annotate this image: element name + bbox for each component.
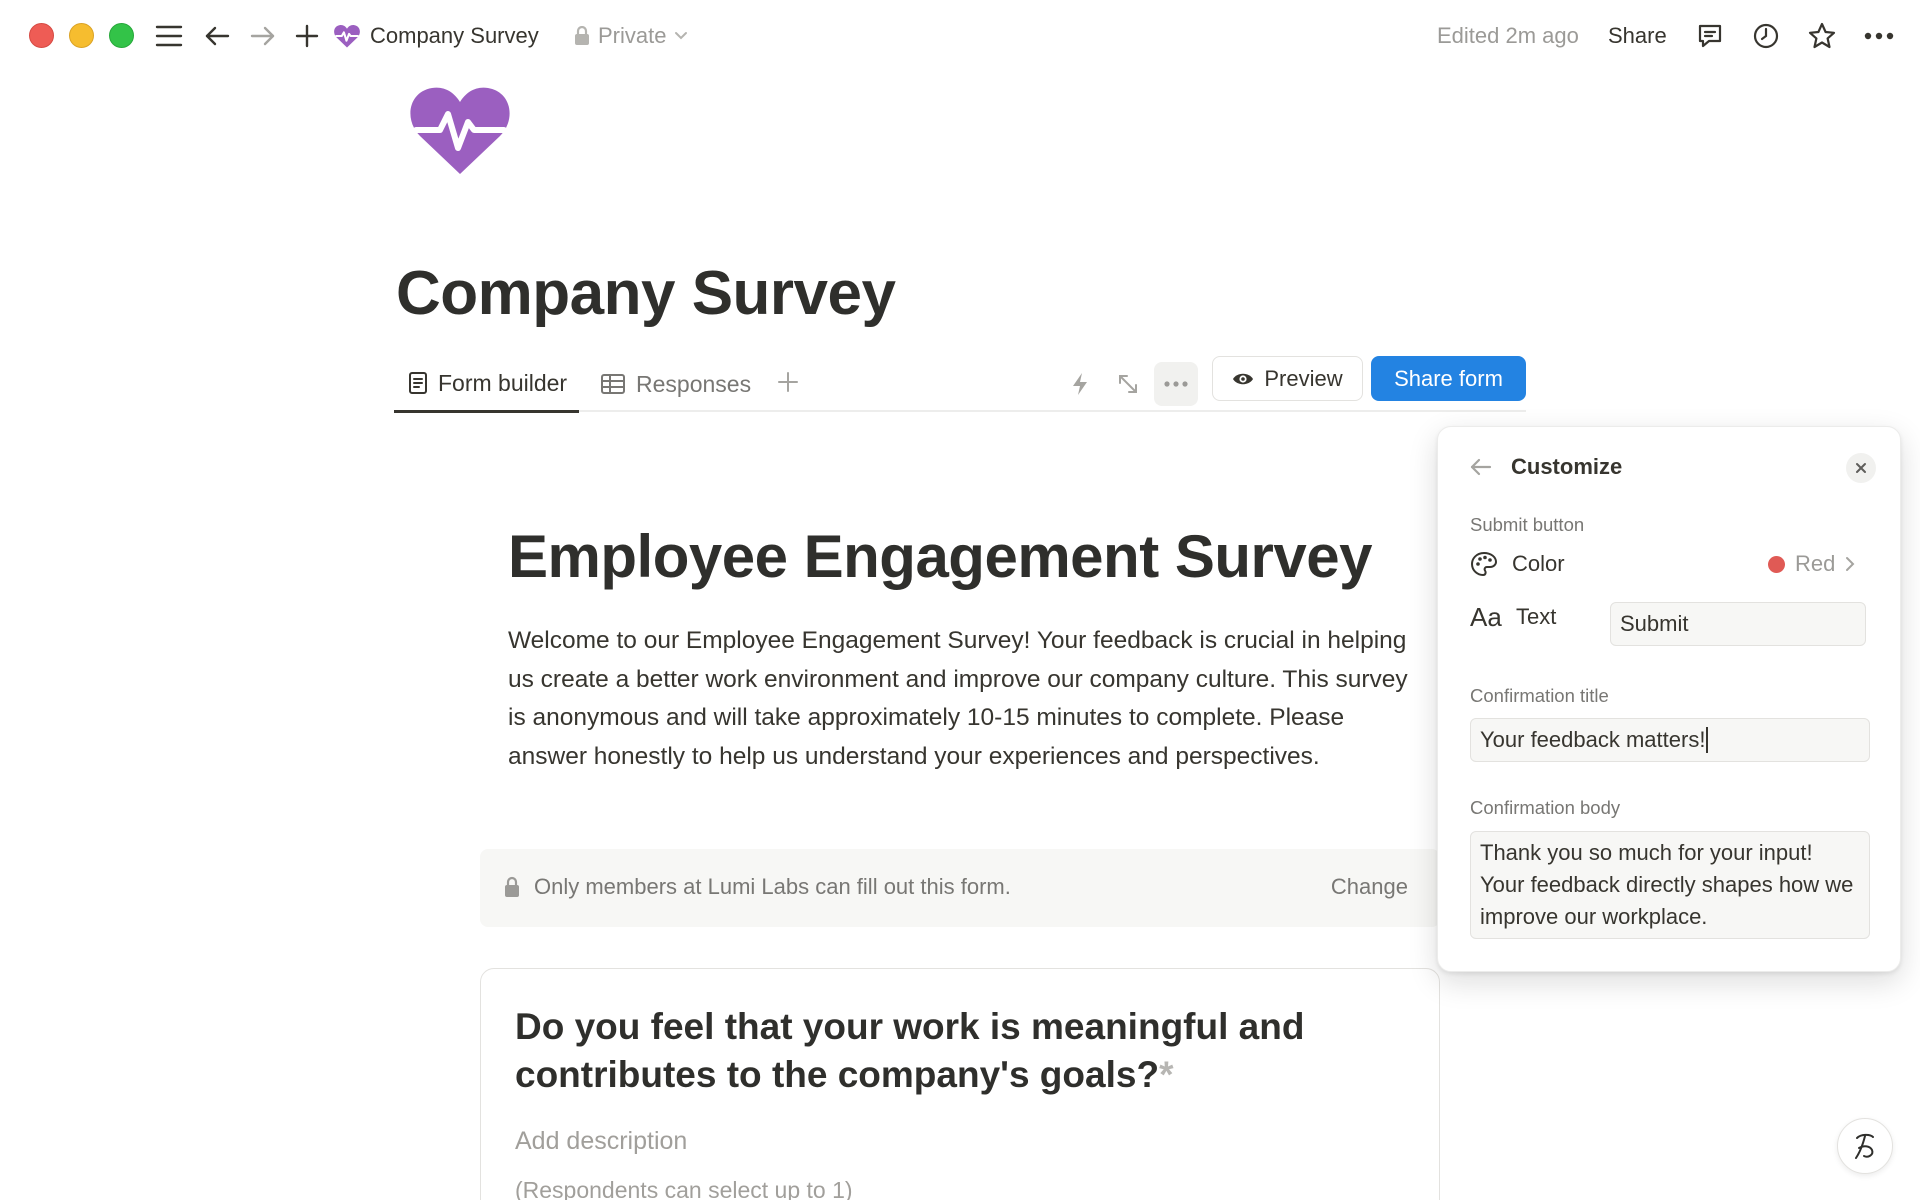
sidebar-menu-icon[interactable]: [150, 17, 188, 55]
question-description-input[interactable]: Add description: [515, 1127, 687, 1156]
submit-button-section-label: Submit button: [1470, 514, 1585, 535]
eye-icon: [1233, 373, 1254, 384]
breadcrumb[interactable]: Company Survey: [334, 18, 539, 54]
tab-form-builder-label: Form builder: [438, 369, 568, 396]
question-title[interactable]: Do you feel that your work is meaningful…: [515, 1003, 1375, 1099]
more-options-icon[interactable]: [1860, 17, 1898, 55]
form-access-bar: Only members at Lumi Labs can fill out t…: [480, 849, 1440, 927]
back-arrow-icon[interactable]: [1466, 452, 1496, 482]
table-icon: [601, 374, 625, 394]
chevron-down-icon: [675, 32, 688, 40]
zoom-window-button[interactable]: [109, 23, 134, 48]
question-card[interactable]: Do you feel that your work is meaningful…: [480, 968, 1440, 1200]
close-icon[interactable]: [1846, 453, 1876, 483]
preview-label: Preview: [1264, 365, 1343, 391]
tab-responses[interactable]: Responses: [600, 356, 751, 412]
confirmation-title-value: Your feedback matters!: [1480, 727, 1706, 752]
form-title[interactable]: Employee Engagement Survey: [508, 522, 1372, 591]
page-icon-heart-pulse[interactable]: [410, 82, 510, 178]
color-label: Color: [1512, 551, 1565, 576]
window-titlebar: Company Survey Private Edited 2m ago Sha…: [0, 0, 1920, 70]
form-description[interactable]: Welcome to our Employee Engagement Surve…: [508, 622, 1424, 776]
privacy-label: Private: [598, 23, 667, 48]
add-view-plus-icon[interactable]: [772, 366, 804, 398]
question-title-text: Do you feel that your work is meaningful…: [515, 1006, 1305, 1095]
history-clock-icon[interactable]: [1747, 17, 1785, 55]
tab-form-builder[interactable]: Form builder: [394, 356, 580, 413]
heart-pulse-icon: [410, 87, 510, 174]
favorite-star-icon[interactable]: [1803, 17, 1841, 55]
color-row[interactable]: Color: [1470, 544, 1565, 584]
preview-button[interactable]: Preview: [1212, 356, 1363, 401]
change-access-button[interactable]: Change: [1331, 874, 1408, 900]
text-format-icon: Aa: [1470, 601, 1502, 632]
submit-text-input[interactable]: Submit: [1610, 602, 1866, 646]
new-page-plus-icon[interactable]: [288, 17, 326, 55]
color-select[interactable]: Red: [1768, 544, 1855, 584]
edited-status: Edited 2m ago: [1437, 23, 1579, 48]
palette-icon: [1470, 551, 1498, 577]
share-form-button[interactable]: Share form: [1371, 356, 1526, 401]
color-value: Red: [1795, 551, 1836, 576]
confirmation-title-input[interactable]: Your feedback matters!: [1470, 718, 1870, 762]
breadcrumb-title: Company Survey: [370, 23, 539, 48]
comments-icon[interactable]: [1691, 17, 1729, 55]
page-title[interactable]: Company Survey: [396, 258, 896, 329]
text-cursor: [1706, 727, 1709, 753]
lock-icon: [505, 876, 519, 897]
lock-icon: [575, 26, 589, 45]
document-icon: [409, 372, 427, 394]
confirmation-body-label: Confirmation body: [1470, 797, 1621, 818]
access-text: Only members at Lumi Labs can fill out t…: [534, 874, 1011, 899]
question-selection-hint: (Respondents can select up to 1): [515, 1177, 853, 1200]
text-row: Aa Text: [1470, 597, 1556, 637]
share-button[interactable]: Share: [1608, 18, 1667, 54]
privacy-dropdown[interactable]: Private: [574, 18, 688, 54]
notion-ai-icon: [1855, 1133, 1874, 1159]
back-arrow-icon[interactable]: [198, 17, 236, 55]
tab-responses-label: Responses: [636, 370, 752, 397]
close-window-button[interactable]: [29, 23, 54, 48]
required-mark: *: [1159, 1054, 1174, 1095]
customize-panel: Customize Submit button Color Red Aa Tex…: [1437, 426, 1901, 972]
automation-lightning-icon[interactable]: [1058, 362, 1102, 406]
confirmation-body-textarea[interactable]: Thank you so much for your input! Your f…: [1470, 831, 1870, 939]
panel-title: Customize: [1511, 454, 1623, 479]
heart-pulse-icon: [334, 24, 360, 48]
minimize-window-button[interactable]: [69, 23, 94, 48]
view-more-icon[interactable]: [1154, 362, 1198, 406]
help-assistant-button[interactable]: [1837, 1118, 1893, 1174]
text-label: Text: [1516, 604, 1557, 629]
view-tabs-bar: Form builder Responses Preview Share for…: [394, 356, 1526, 413]
chevron-right-icon: [1846, 557, 1855, 571]
confirmation-title-label: Confirmation title: [1470, 685, 1609, 706]
expand-arrows-icon[interactable]: [1106, 362, 1150, 406]
forward-arrow-icon[interactable]: [244, 17, 282, 55]
color-swatch: [1768, 555, 1785, 573]
